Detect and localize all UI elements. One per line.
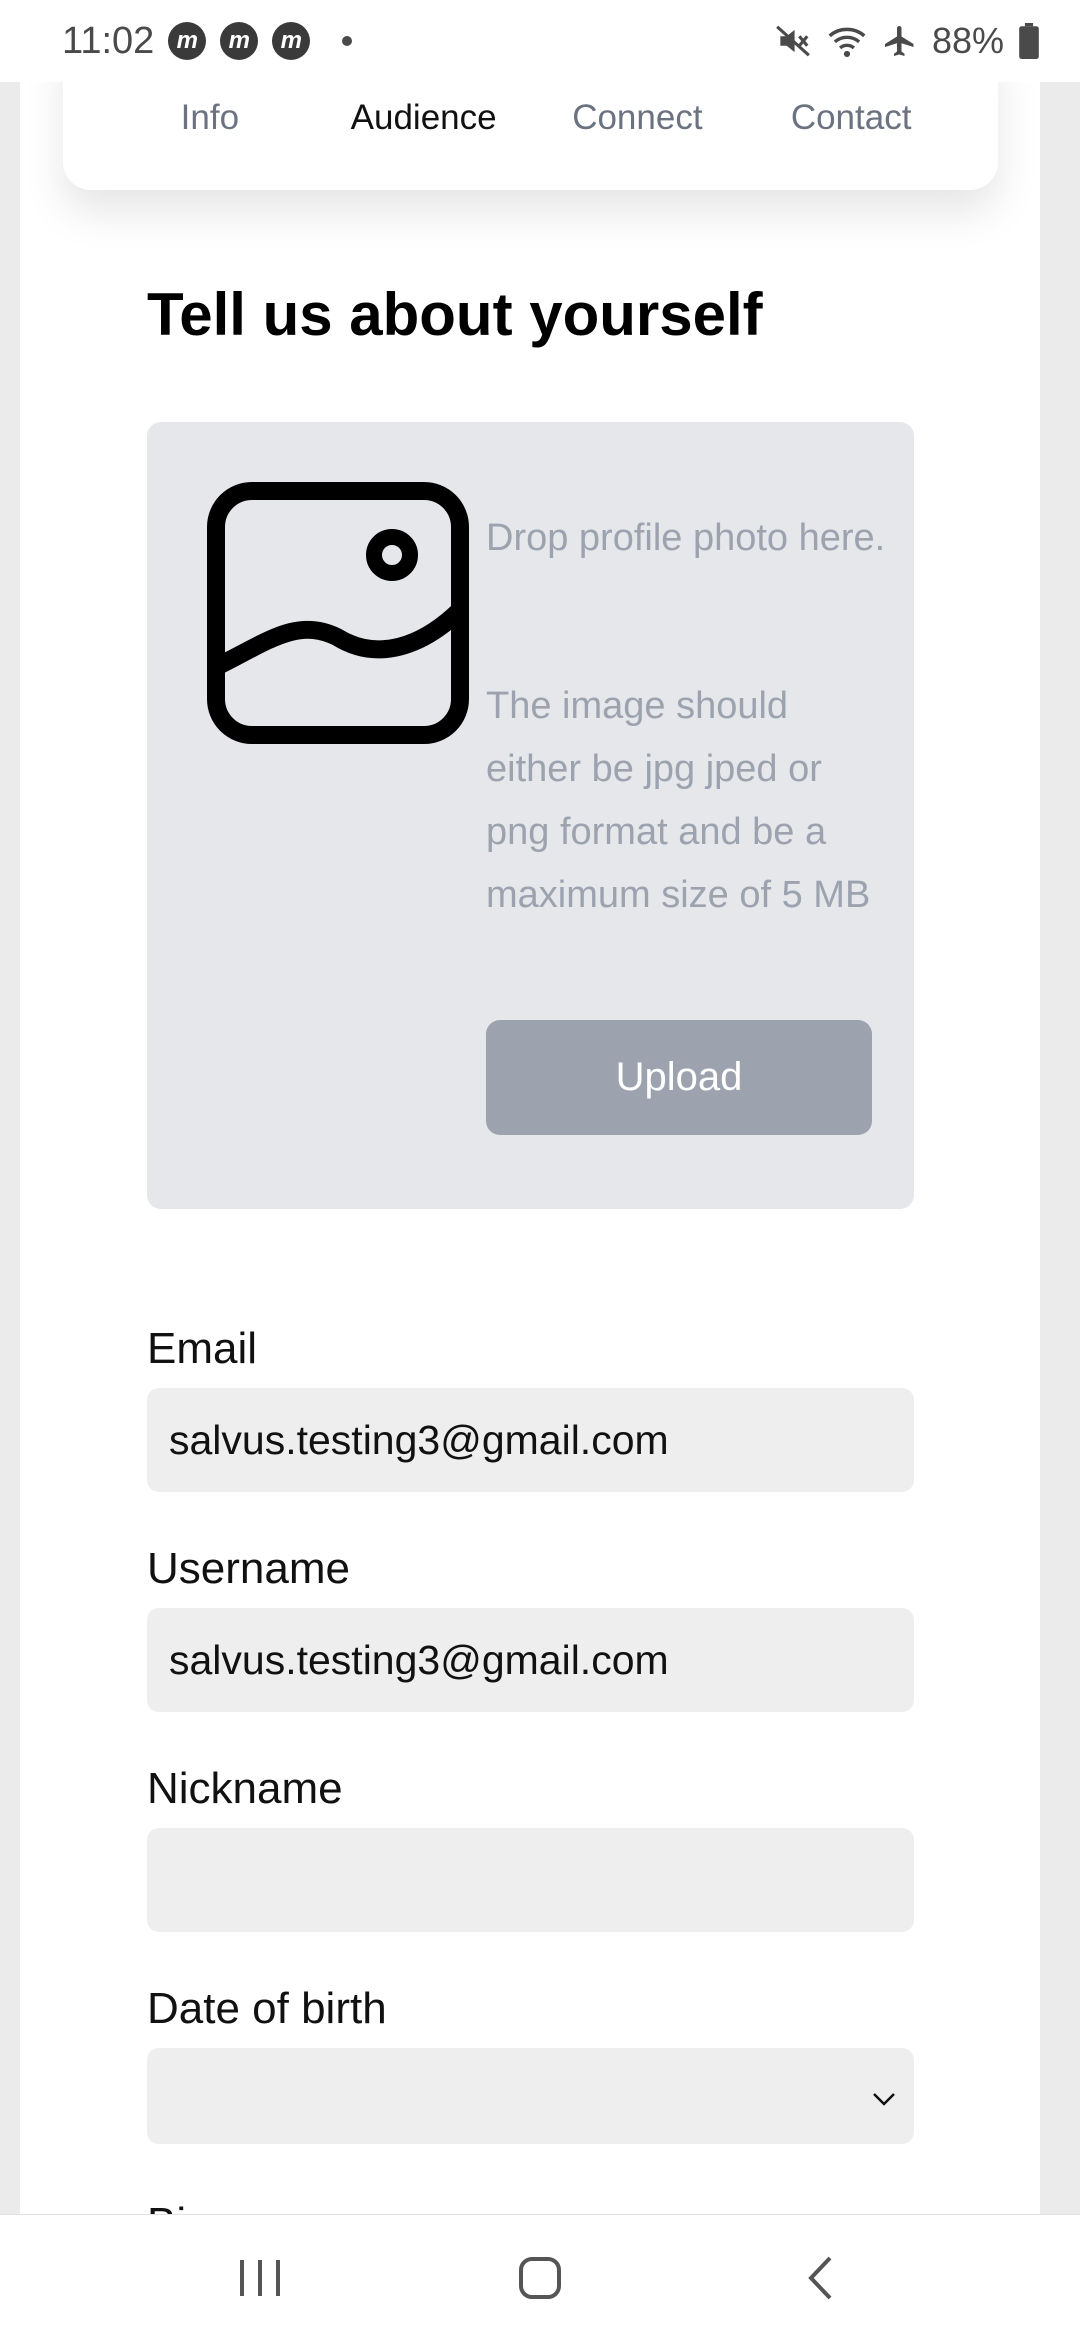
page-content: Info Audience Connect Contact Tell us ab…	[20, 82, 1040, 2214]
drop-photo-text: Drop profile photo here.	[486, 517, 886, 559]
recent-apps-icon	[240, 2259, 280, 2296]
username-field[interactable]: salvus.testing3@gmail.com	[147, 1608, 914, 1712]
date-of-birth-select[interactable]	[147, 2048, 914, 2144]
recent-apps-button[interactable]	[200, 2238, 320, 2318]
upload-button[interactable]: Upload	[486, 1020, 872, 1135]
system-nav-bar	[0, 2214, 1080, 2340]
page-title: Tell us about yourself	[147, 281, 763, 348]
status-left: 11:02 m m m	[62, 19, 353, 63]
tab-contact[interactable]: Contact	[744, 98, 958, 138]
notification-app-icon: m	[168, 22, 207, 60]
home-button[interactable]	[480, 2238, 600, 2318]
photo-dropzone[interactable]: Drop profile photo here. The image shoul…	[147, 422, 914, 1209]
status-time: 11:02	[62, 19, 155, 62]
status-bar: 11:02 m m m 88%	[0, 0, 1080, 82]
back-button[interactable]	[760, 2238, 880, 2318]
mute-icon	[776, 25, 810, 57]
battery-level: 88%	[931, 20, 1004, 61]
bio-label: Bi	[147, 2199, 186, 2214]
tab-bar: Info Audience Connect Contact	[63, 82, 998, 190]
tab-info[interactable]: Info	[103, 98, 317, 138]
tab-audience[interactable]: Audience	[317, 98, 531, 138]
nickname-field[interactable]	[147, 1828, 914, 1932]
tab-connect[interactable]: Connect	[531, 98, 745, 138]
battery-icon	[1019, 23, 1039, 59]
wifi-icon	[828, 27, 866, 58]
airplane-mode-icon	[884, 26, 914, 56]
chevron-down-icon	[873, 2093, 895, 2106]
more-notifications-icon	[342, 36, 353, 46]
photo-format-hint: The image should either be jpg jped or p…	[486, 685, 871, 916]
notification-app-icon: m	[220, 22, 259, 60]
home-icon	[519, 2256, 561, 2299]
date-of-birth-label: Date of birth	[147, 1984, 387, 2033]
email-label: Email	[147, 1324, 258, 1373]
status-right: 88%	[774, 20, 1040, 62]
notification-app-icon: m	[272, 22, 311, 60]
username-label: Username	[147, 1544, 350, 1593]
nickname-label: Nickname	[147, 1764, 343, 1813]
image-placeholder-icon	[207, 482, 469, 744]
back-icon	[808, 2256, 832, 2299]
email-field[interactable]: salvus.testing3@gmail.com	[147, 1388, 914, 1492]
